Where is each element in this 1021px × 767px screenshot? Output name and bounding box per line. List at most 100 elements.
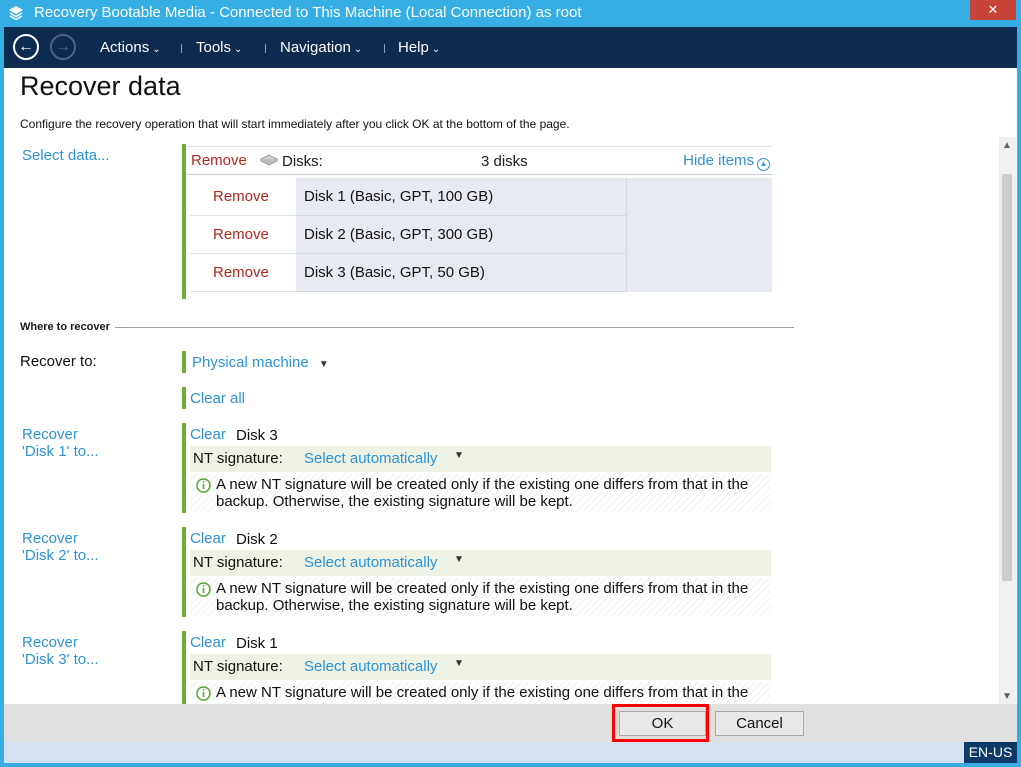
recover-to-dropdown[interactable]: Physical machine ▼	[192, 354, 329, 371]
chevron-down-icon: ⌄	[353, 44, 363, 55]
remove-disk-button[interactable]: Remove	[213, 226, 269, 243]
info-text: A new NT signature will be created only …	[216, 580, 749, 597]
app-layers-icon	[9, 6, 23, 21]
recover-disk1-link[interactable]: Recover 'Disk 1' to...	[22, 426, 99, 460]
remove-disk-button[interactable]: Remove	[213, 264, 269, 281]
chevron-down-icon: ⌄	[152, 44, 161, 55]
clear-mapping-button[interactable]: Clear	[190, 530, 226, 547]
recover-disk2-link[interactable]: Recover 'Disk 2' to...	[22, 530, 99, 564]
mapping-target: Disk 3	[236, 427, 278, 444]
disks-label: Disks:	[282, 153, 323, 170]
disk-name: Disk 1 (Basic, GPT, 100 GB)	[304, 188, 494, 205]
mapping-source-line: Recover	[22, 530, 78, 547]
disk-name: Disk 3 (Basic, GPT, 50 GB)	[304, 264, 485, 281]
dialog-footer: OK Cancel	[4, 704, 1017, 742]
menu-actions[interactable]: Actions ⌄	[100, 39, 161, 56]
info-text: A new NT signature will be created only …	[216, 684, 749, 701]
scroll-up-icon[interactable]: ▲	[1002, 140, 1012, 151]
mapping-target: Disk 2	[236, 531, 278, 548]
nt-signature-info: A new NT signature will be created only …	[190, 682, 771, 704]
menu-divider	[384, 44, 385, 53]
page-title: Recover data	[20, 71, 181, 101]
nt-signature-label: NT signature:	[193, 450, 283, 467]
ok-button-highlight	[612, 704, 709, 742]
menu-help[interactable]: Help ⌄	[398, 39, 440, 56]
status-bar	[4, 742, 1017, 763]
info-icon	[196, 686, 211, 701]
forward-arrow-icon: →	[55, 38, 71, 55]
dropdown-arrow-icon: ▼	[454, 450, 464, 461]
nt-signature-row: NT signature: Select automatically ▼	[190, 654, 771, 680]
page-intro: Configure the recovery operation that wi…	[20, 117, 570, 131]
close-icon: ✕	[987, 2, 999, 17]
clear-all-button[interactable]: Clear all	[190, 390, 245, 407]
menu-divider	[181, 44, 182, 53]
title-bar: Recovery Bootable Media - Connected to T…	[0, 0, 1021, 27]
chevron-up-icon: ▲	[757, 158, 770, 171]
disk-name: Disk 2 (Basic, GPT, 300 GB)	[304, 226, 494, 243]
menu-tools-label: Tools	[196, 39, 232, 56]
nt-signature-dropdown[interactable]: Select automatically	[304, 450, 437, 467]
recover-disk3-link[interactable]: Recover 'Disk 3' to...	[22, 634, 99, 668]
dropdown-arrow-icon: ▼	[454, 554, 464, 565]
chevron-down-icon: ⌄	[234, 44, 243, 55]
disks-count: 3 disks	[481, 153, 528, 170]
disks-table: Remove Disk 1 (Basic, GPT, 100 GB) Remov…	[190, 178, 772, 292]
table-row: Remove Disk 2 (Basic, GPT, 300 GB)	[190, 216, 772, 254]
hide-items-label: Hide items	[683, 152, 754, 169]
accent-bar	[182, 631, 186, 704]
info-icon	[196, 582, 211, 597]
scrollbar-thumb[interactable]	[1002, 174, 1012, 581]
clear-mapping-button[interactable]: Clear	[190, 634, 226, 651]
forward-button[interactable]: →	[50, 34, 76, 60]
chevron-down-icon: ⌄	[431, 44, 441, 55]
nt-signature-row: NT signature: Select automatically ▼	[190, 550, 771, 576]
disk-icon	[260, 154, 278, 166]
window-title: Recovery Bootable Media - Connected to T…	[34, 4, 582, 21]
navigation-bar: ← → Actions ⌄ Tools ⌄ Navigation ⌄ Help ⌄	[4, 27, 1017, 68]
menu-navigation-label: Navigation	[280, 39, 351, 56]
recover-to-value: Physical machine	[192, 354, 309, 371]
info-text: backup. Otherwise, the existing signatur…	[216, 493, 573, 510]
dropdown-arrow-icon: ▼	[454, 658, 464, 669]
mapping-source-line: 'Disk 2' to...	[22, 547, 99, 564]
select-data-link[interactable]: Select data...	[22, 147, 110, 164]
language-indicator[interactable]: EN-US	[964, 742, 1017, 763]
table-row: Remove Disk 3 (Basic, GPT, 50 GB)	[190, 254, 772, 292]
nt-signature-label: NT signature:	[193, 554, 283, 571]
nt-signature-label: NT signature:	[193, 658, 283, 675]
accent-bar	[182, 423, 186, 513]
nt-signature-info: A new NT signature will be created only …	[190, 578, 771, 616]
window-frame-right	[1017, 27, 1021, 767]
nt-signature-dropdown[interactable]: Select automatically	[304, 658, 437, 675]
back-arrow-icon: ←	[18, 38, 34, 55]
info-text: backup. Otherwise, the existing signatur…	[216, 597, 573, 614]
main-content: Recover data Configure the recovery oper…	[4, 68, 1017, 704]
menu-divider	[265, 44, 266, 53]
menu-actions-label: Actions	[100, 39, 150, 56]
dropdown-arrow-icon: ▼	[318, 359, 329, 370]
menu-navigation[interactable]: Navigation ⌄	[280, 39, 362, 56]
nt-signature-info: A new NT signature will be created only …	[190, 474, 771, 512]
vertical-scrollbar[interactable]: ▲ ▼	[999, 137, 1016, 704]
close-window-button[interactable]: ✕	[970, 0, 1016, 20]
section-divider	[115, 327, 794, 328]
mapping-source-line: Recover	[22, 634, 78, 651]
section-where-to-recover: Where to recover	[20, 321, 110, 333]
back-button[interactable]: ←	[13, 34, 39, 60]
scroll-down-icon[interactable]: ▼	[1002, 691, 1012, 702]
clear-mapping-button[interactable]: Clear	[190, 426, 226, 443]
nt-signature-dropdown[interactable]: Select automatically	[304, 554, 437, 571]
accent-bar	[182, 527, 186, 617]
selected-disks-panel: Remove Disks: 3 disks Hide items ▲ Remove…	[182, 144, 772, 299]
mapping-target: Disk 1	[236, 635, 278, 652]
disks-header: Remove Disks: 3 disks Hide items ▲	[186, 146, 772, 175]
menu-tools[interactable]: Tools ⌄	[196, 39, 242, 56]
accent-bar	[182, 387, 186, 409]
hide-items-link[interactable]: Hide items ▲	[683, 152, 770, 171]
mapping-source-line: 'Disk 1' to...	[22, 443, 99, 460]
remove-disk-button[interactable]: Remove	[213, 188, 269, 205]
cancel-button[interactable]: Cancel	[715, 711, 804, 736]
window-frame-bottom	[0, 763, 1021, 767]
remove-all-button[interactable]: Remove	[191, 152, 247, 169]
